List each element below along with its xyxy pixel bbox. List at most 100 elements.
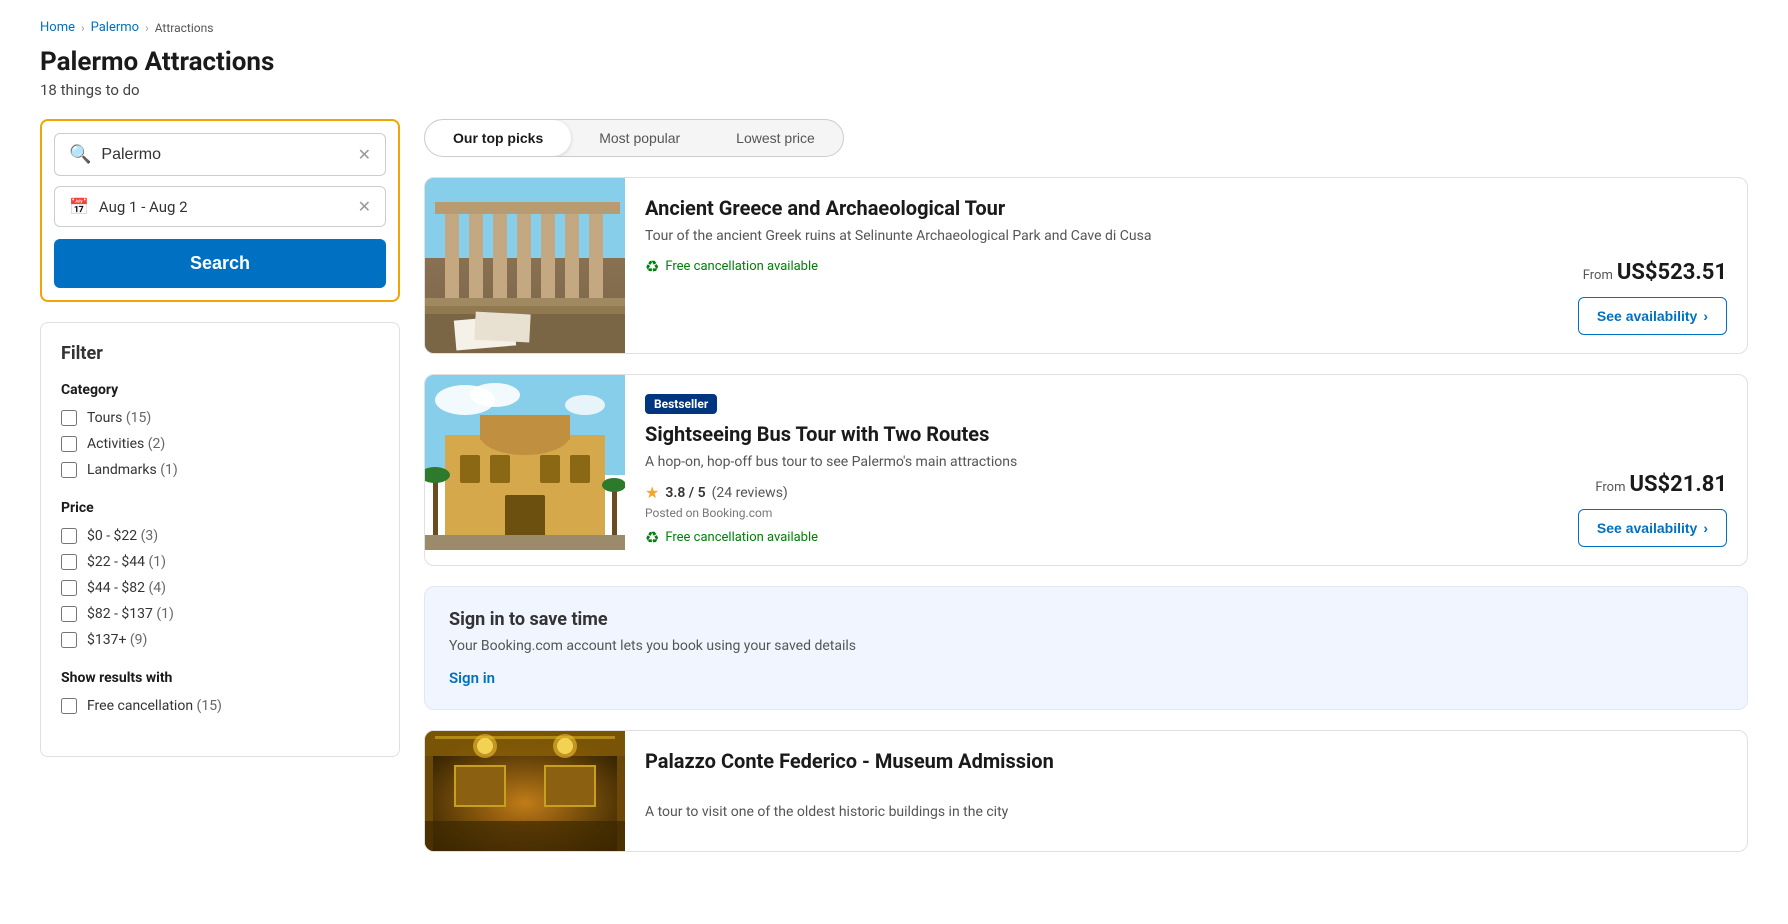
price-0-22-label: $0 - $22 (3) [87, 528, 158, 544]
category-label: Category [61, 382, 379, 398]
listing-1-free-cancel: ♻ Free cancellation available [645, 257, 818, 276]
posted-on: Posted on Booking.com [645, 506, 1538, 520]
tours-count: (15) [126, 410, 151, 426]
card-image-3 [425, 731, 625, 851]
price-22-44[interactable]: $22 - $44 (1) [61, 554, 379, 570]
listing-2-free-cancel: ♻ Free cancellation available [645, 528, 818, 547]
card-right-2: From US$21.81 See availability › [1558, 375, 1747, 565]
ancient-columns-svg [425, 178, 625, 353]
breadcrumb-sep2: › [145, 21, 149, 35]
price-0-22-checkbox[interactable] [61, 528, 77, 544]
breadcrumb-current: Attractions [155, 21, 214, 35]
price-section: Price $0 - $22 (3) $22 - $44 (1) $44 - $… [61, 500, 379, 648]
clear-location-icon[interactable]: ✕ [358, 145, 371, 164]
page-title: Palermo Attractions [40, 47, 1748, 77]
price-82-137-checkbox[interactable] [61, 606, 77, 622]
card-image-1 [425, 178, 625, 353]
search-box: 🔍 ✕ 📅 Aug 1 - Aug 2 ✕ Search [40, 119, 400, 302]
search-button[interactable]: Search [54, 239, 386, 288]
availability-button-2[interactable]: See availability › [1578, 509, 1727, 547]
category-section: Category Tours (15) Activities (2) Landm… [61, 382, 379, 478]
category-tours[interactable]: Tours (15) [61, 410, 379, 426]
card-body-2: Bestseller Sightseeing Bus Tour with Two… [625, 375, 1558, 565]
category-landmarks-label: Landmarks (1) [87, 462, 178, 478]
breadcrumb-home[interactable]: Home [40, 20, 75, 35]
location-input[interactable] [101, 146, 347, 164]
chevron-right-icon-1: › [1703, 308, 1708, 324]
free-cancel-icon-2: ♻ [645, 528, 659, 547]
signin-link[interactable]: Sign in [449, 669, 495, 687]
listing-2-price-from: From [1595, 480, 1625, 495]
card-right-1: From US$523.51 See availability › [1558, 178, 1747, 353]
listing-3-desc: A tour to visit one of the oldest histor… [645, 802, 1727, 823]
sort-tabs: Our top picks Most popular Lowest price [424, 119, 844, 157]
category-activities-label: Activities (2) [87, 436, 165, 452]
page-subtitle: 18 things to do [40, 81, 1748, 99]
free-cancellation-label: Free cancellation (15) [87, 698, 222, 714]
show-results-section: Show results with Free cancellation (15) [61, 670, 379, 714]
availability-button-1[interactable]: See availability › [1578, 297, 1727, 335]
review-count: (24 reviews) [712, 485, 788, 501]
bestseller-badge: Bestseller [645, 394, 717, 414]
free-cancellation-filter[interactable]: Free cancellation (15) [61, 698, 379, 714]
tab-lowest-price[interactable]: Lowest price [708, 120, 843, 156]
free-cancel-icon-1: ♻ [645, 257, 659, 276]
category-landmarks-checkbox[interactable] [61, 462, 77, 478]
landmarks-count: (1) [160, 462, 178, 478]
tab-top-picks[interactable]: Our top picks [425, 120, 571, 156]
signin-desc: Your Booking.com account lets you book u… [449, 638, 1723, 654]
free-cancellation-checkbox[interactable] [61, 698, 77, 714]
palazzo-svg [425, 731, 625, 851]
activities-count: (2) [148, 436, 166, 452]
category-landmarks[interactable]: Landmarks (1) [61, 462, 379, 478]
date-input-row[interactable]: 📅 Aug 1 - Aug 2 ✕ [54, 186, 386, 227]
filter-title: Filter [61, 343, 379, 364]
listing-card-2: Bestseller Sightseeing Bus Tour with Two… [424, 374, 1748, 566]
price-82-137-label: $82 - $137 (1) [87, 606, 174, 622]
price-82-137[interactable]: $82 - $137 (1) [61, 606, 379, 622]
category-activities-checkbox[interactable] [61, 436, 77, 452]
breadcrumb: Home › Palermo › Attractions [40, 20, 1748, 35]
price-44-82-label: $44 - $82 (4) [87, 580, 166, 596]
chevron-right-icon-2: › [1703, 520, 1708, 536]
price-137plus[interactable]: $137+ (9) [61, 632, 379, 648]
breadcrumb-sep1: › [81, 21, 85, 35]
show-results-label: Show results with [61, 670, 379, 686]
price-0-22[interactable]: $0 - $22 (3) [61, 528, 379, 544]
listing-3-title: Palazzo Conte Federico - Museum Admissio… [645, 749, 1727, 773]
listing-card-3: Palazzo Conte Federico - Museum Admissio… [424, 730, 1748, 852]
price-44-82[interactable]: $44 - $82 (4) [61, 580, 379, 596]
price-label: Price [61, 500, 379, 516]
clear-date-icon[interactable]: ✕ [358, 197, 371, 216]
tab-most-popular[interactable]: Most popular [571, 120, 708, 156]
bus-tour-svg [425, 375, 625, 550]
listing-2-price: US$21.81 [1629, 472, 1727, 497]
listing-1-price-from: From [1583, 268, 1613, 283]
listing-1-title: Ancient Greece and Archaeological Tour [645, 196, 1538, 220]
right-panel: Our top picks Most popular Lowest price [424, 119, 1748, 852]
listing-2-desc: A hop-on, hop-off bus tour to see Palerm… [645, 452, 1538, 473]
card-body-1: Ancient Greece and Archaeological Tour T… [625, 178, 1558, 353]
breadcrumb-city[interactable]: Palermo [91, 20, 139, 35]
rating-value: 3.8 / 5 [665, 485, 705, 501]
listing-card-1: Ancient Greece and Archaeological Tour T… [424, 177, 1748, 354]
signin-title: Sign in to save time [449, 609, 1723, 630]
listing-2-title: Sightseeing Bus Tour with Two Routes [645, 422, 1538, 446]
card-image-2 [425, 375, 625, 565]
date-value: Aug 1 - Aug 2 [99, 198, 348, 216]
price-22-44-label: $22 - $44 (1) [87, 554, 166, 570]
filter-panel: Filter Category Tours (15) Activities (2… [40, 322, 400, 757]
category-tours-checkbox[interactable] [61, 410, 77, 426]
category-activities[interactable]: Activities (2) [61, 436, 379, 452]
price-44-82-checkbox[interactable] [61, 580, 77, 596]
listing-1-desc: Tour of the ancient Greek ruins at Selin… [645, 226, 1538, 247]
price-137plus-label: $137+ (9) [87, 632, 147, 648]
location-input-row[interactable]: 🔍 ✕ [54, 133, 386, 176]
price-22-44-checkbox[interactable] [61, 554, 77, 570]
signin-card: Sign in to save time Your Booking.com ac… [424, 586, 1748, 710]
card-body-3: Palazzo Conte Federico - Museum Admissio… [625, 731, 1747, 851]
category-tours-label: Tours (15) [87, 410, 151, 426]
price-137plus-checkbox[interactable] [61, 632, 77, 648]
listing-2-rating: ★ 3.8 / 5 (24 reviews) [645, 483, 1538, 502]
star-icon: ★ [645, 483, 659, 502]
